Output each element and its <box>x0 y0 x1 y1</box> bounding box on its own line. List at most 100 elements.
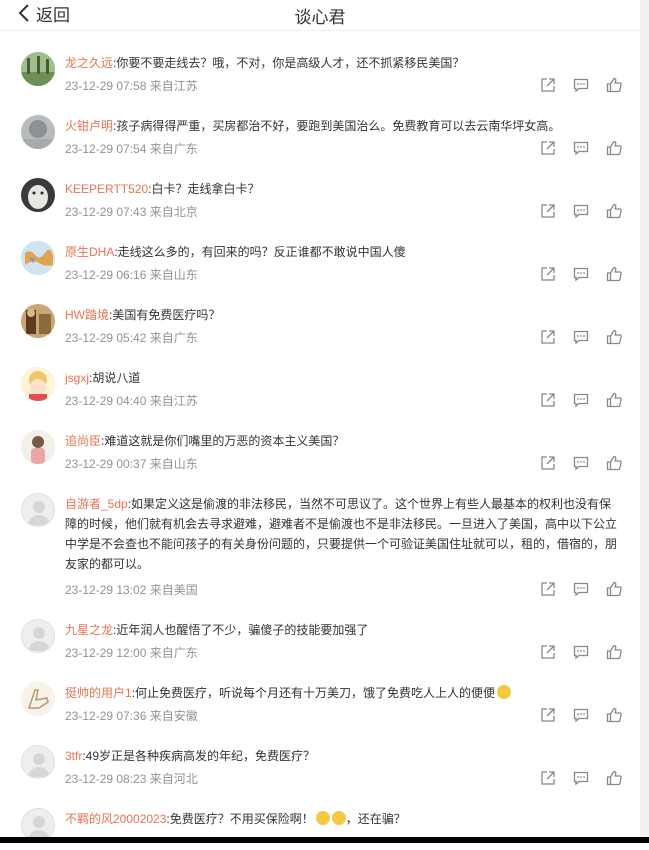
comment-meta: 23-12-29 08:23 来自河北 <box>65 772 198 786</box>
comment-item: 3tfr:49岁正是各种疾病高发的年纪，免费医疗？ 23-12-29 08:23… <box>0 724 640 787</box>
comment-text: :难道这就是你们嘴里的万恶的资本主义美国？ <box>101 434 345 448</box>
username-link[interactable]: 自游者_5dp <box>65 497 128 511</box>
scrollbar[interactable] <box>640 0 649 843</box>
like-icon[interactable] <box>606 707 622 723</box>
share-icon[interactable] <box>540 77 556 93</box>
comment-body: 追尚臣:难道这就是你们嘴里的万恶的资本主义美国？ <box>65 431 620 451</box>
like-icon[interactable] <box>606 392 622 408</box>
comment-item: 追尚臣:难道这就是你们嘴里的万恶的资本主义美国？ 23-12-29 00:37 … <box>0 409 640 472</box>
avatar[interactable] <box>21 682 55 716</box>
comment-actions <box>540 140 622 156</box>
comment-item: HW踏境:美国有免费医疗吗？ 23-12-29 05:42 来自广东 <box>0 283 640 346</box>
username-link[interactable]: 不羁的风20002023 <box>65 812 166 826</box>
comment-icon[interactable] <box>573 329 589 345</box>
comment-text: :走线这么多的，有回来的吗？反正谁都不敢说中国人傻 <box>114 245 406 259</box>
comment-text: :免费医疗？不用买保险啊！ <box>166 812 314 826</box>
username-link[interactable]: KEEPERTT520 <box>65 182 148 196</box>
share-icon[interactable] <box>540 392 556 408</box>
comment-item: 火钳卢明:孩子病得得严重，买房都治不好，要跑到美国治么。免费教育可以去云南华坪女… <box>0 94 640 157</box>
comment-meta: 23-12-29 00:37 来自山东 <box>65 457 198 471</box>
comment-icon[interactable] <box>573 581 589 597</box>
avatar[interactable] <box>21 115 55 149</box>
like-icon[interactable] <box>606 266 622 282</box>
username-link[interactable]: HW踏境 <box>65 308 109 322</box>
avatar[interactable] <box>21 619 55 653</box>
comment-icon[interactable] <box>573 266 589 282</box>
comment-meta: 23-12-29 04:40 来自江苏 <box>65 394 198 408</box>
comment-actions <box>540 707 622 723</box>
comment-actions <box>540 581 622 597</box>
username-link[interactable]: 火钳卢明 <box>65 119 113 133</box>
emoji-icon <box>331 811 346 825</box>
comment-meta: 23-12-29 05:42 来自广东 <box>65 331 198 345</box>
share-icon[interactable] <box>540 266 556 282</box>
comment-body: 自游者_5dp:如果定义这是偷渡的非法移民，当然不可思议了。这个世界上有些人最基… <box>65 494 620 574</box>
comment-meta: 23-12-29 07:36 来自安徽 <box>65 709 198 723</box>
comment-meta: 23-12-29 13:02 来自美国 <box>65 583 198 597</box>
username-link[interactable]: 龙之久远 <box>65 56 113 70</box>
like-icon[interactable] <box>606 770 622 786</box>
comment-text: :你要不要走线去？哦，不对，你是高级人才，还不抓紧移民美国？ <box>113 56 465 70</box>
avatar[interactable] <box>21 493 55 527</box>
comment-body: 原生DHA:走线这么多的，有回来的吗？反正谁都不敢说中国人傻 <box>65 242 620 262</box>
comment-icon[interactable] <box>573 770 589 786</box>
comment-body: KEEPERTT520:白卡？走线拿白卡？ <box>65 179 620 199</box>
comment-icon[interactable] <box>573 77 589 93</box>
username-link[interactable]: 九星之龙 <box>65 623 113 637</box>
like-icon[interactable] <box>606 455 622 471</box>
comment-body: jsgxj:胡说八道 <box>65 368 620 388</box>
share-icon[interactable] <box>540 140 556 156</box>
username-link[interactable]: 原生DHA <box>65 245 114 259</box>
comment-icon[interactable] <box>573 707 589 723</box>
avatar[interactable] <box>21 178 55 212</box>
comment-actions <box>540 644 622 660</box>
username-link[interactable]: jsgxj <box>65 371 89 385</box>
comment-actions <box>540 77 622 93</box>
comment-text: :孩子病得得严重，买房都治不好，要跑到美国治么。免费教育可以去云南华坪女高。 <box>113 119 561 133</box>
avatar[interactable] <box>21 367 55 401</box>
comment-body: 龙之久远:你要不要走线去？哦，不对，你是高级人才，还不抓紧移民美国？ <box>65 53 620 73</box>
comment-item: 九星之龙:近年润人也醒悟了不少，骗傻子的技能要加强了 23-12-29 12:0… <box>0 598 640 661</box>
avatar[interactable] <box>21 304 55 338</box>
avatar[interactable] <box>21 430 55 464</box>
comment-item: jsgxj:胡说八道 23-12-29 04:40 来自江苏 <box>0 346 640 409</box>
username-link[interactable]: 3tfr <box>65 749 82 763</box>
comment-meta: 23-12-29 07:58 来自江苏 <box>65 79 198 93</box>
like-icon[interactable] <box>606 644 622 660</box>
like-icon[interactable] <box>606 581 622 597</box>
comment-icon[interactable] <box>573 455 589 471</box>
comment-body: 九星之龙:近年润人也醒悟了不少，骗傻子的技能要加强了 <box>65 620 620 640</box>
like-icon[interactable] <box>606 140 622 156</box>
comment-meta: 23-12-29 06:16 来自山东 <box>65 268 198 282</box>
share-icon[interactable] <box>540 707 556 723</box>
username-link[interactable]: 挺帅的用户1 <box>65 686 132 700</box>
comment-actions <box>540 329 622 345</box>
comment-text: :胡说八道 <box>89 371 141 385</box>
like-icon[interactable] <box>606 329 622 345</box>
share-icon[interactable] <box>540 770 556 786</box>
like-icon[interactable] <box>606 203 622 219</box>
username-link[interactable]: 追尚臣 <box>65 434 101 448</box>
avatar[interactable] <box>21 241 55 275</box>
comment-text: :何止免费医疗，听说每个月还有十万美刀，饿了免费吃人上人的便便 <box>131 686 496 700</box>
share-icon[interactable] <box>540 644 556 660</box>
avatar[interactable] <box>21 52 55 86</box>
comment-icon[interactable] <box>573 203 589 219</box>
comment-body: 不羁的风20002023:免费医疗？不用买保险啊！ ，还在骗？ <box>65 809 620 829</box>
share-icon[interactable] <box>540 455 556 471</box>
comment-text-tail: ，还在骗？ <box>345 812 406 826</box>
comment-actions <box>540 203 622 219</box>
like-icon[interactable] <box>606 77 622 93</box>
share-icon[interactable] <box>540 581 556 597</box>
comment-icon[interactable] <box>573 140 589 156</box>
comment-meta: 23-12-29 12:00 来自广东 <box>65 646 198 660</box>
comment-actions <box>540 266 622 282</box>
comment-list: 龙之久远:你要不要走线去？哦，不对，你是高级人才，还不抓紧移民美国？ 23-12… <box>0 31 640 850</box>
share-icon[interactable] <box>540 329 556 345</box>
emoji-icon <box>497 685 512 699</box>
comment-text: :美国有免费医疗吗？ <box>109 308 221 322</box>
avatar[interactable] <box>21 745 55 779</box>
comment-icon[interactable] <box>573 644 589 660</box>
share-icon[interactable] <box>540 203 556 219</box>
comment-icon[interactable] <box>573 392 589 408</box>
